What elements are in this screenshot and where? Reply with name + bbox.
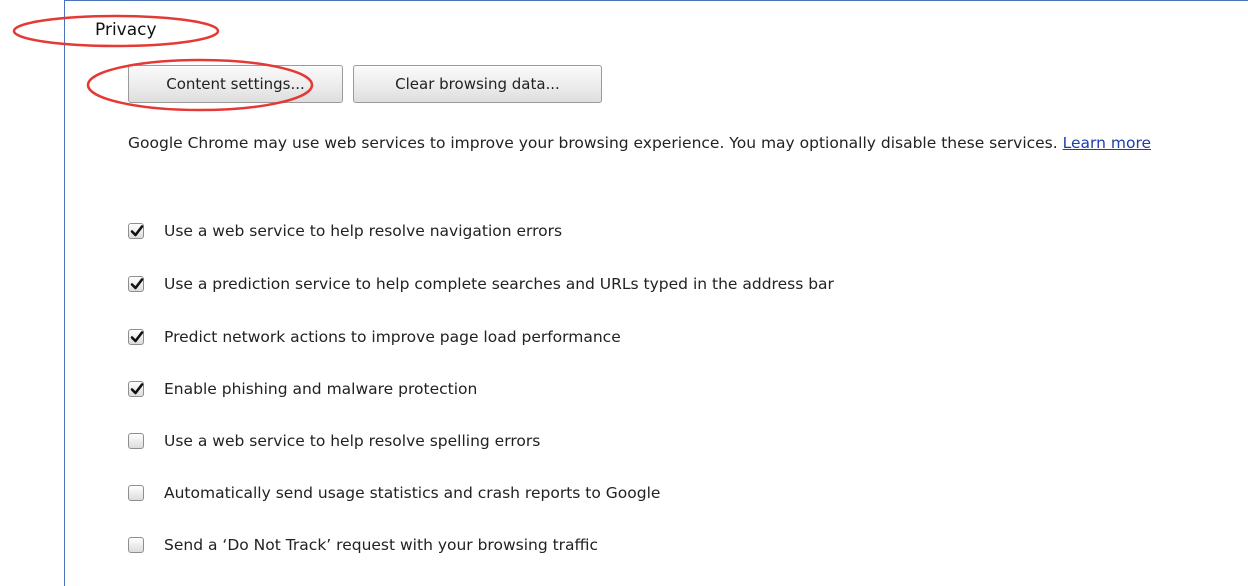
privacy-settings-panel: Privacy Content settings... Clear browsi… (0, 0, 1248, 586)
checkbox-phishing-protection[interactable] (128, 381, 144, 397)
option-predict-network-actions[interactable]: Predict network actions to improve page … (128, 325, 621, 349)
description-text: Google Chrome may use web services to im… (128, 134, 1058, 152)
checkbox-prediction-service[interactable] (128, 276, 144, 292)
option-prediction-service[interactable]: Use a prediction service to help complet… (128, 272, 834, 296)
option-navigation-errors[interactable]: Use a web service to help resolve naviga… (128, 219, 562, 243)
check-mark-icon (130, 278, 144, 290)
option-do-not-track[interactable]: Send a ‘Do Not Track’ request with your … (128, 533, 598, 557)
option-spelling-errors[interactable]: Use a web service to help resolve spelli… (128, 429, 540, 453)
option-usage-statistics[interactable]: Automatically send usage statistics and … (128, 481, 660, 505)
check-mark-icon (130, 331, 144, 343)
option-label: Use a web service to help resolve naviga… (164, 222, 563, 240)
checkbox-usage-statistics[interactable] (128, 485, 144, 501)
section-title-privacy: Privacy (95, 20, 157, 40)
check-mark-icon (130, 383, 144, 395)
clear-browsing-data-button[interactable]: Clear browsing data... (353, 65, 602, 103)
checkbox-do-not-track[interactable] (128, 537, 144, 553)
check-mark-icon (130, 225, 144, 237)
checkbox-spelling-errors[interactable] (128, 433, 144, 449)
checkbox-predict-network-actions[interactable] (128, 329, 144, 345)
checkbox-navigation-errors[interactable] (128, 223, 144, 239)
content-settings-button[interactable]: Content settings... (128, 65, 343, 103)
learn-more-link[interactable]: Learn more (1063, 134, 1151, 152)
option-label: Enable phishing and malware protection (164, 380, 478, 398)
option-label: Automatically send usage statistics and … (164, 484, 661, 502)
privacy-description: Google Chrome may use web services to im… (128, 127, 1208, 159)
option-label: Use a web service to help resolve spelli… (164, 432, 541, 450)
option-label: Predict network actions to improve page … (164, 328, 621, 346)
option-phishing-protection[interactable]: Enable phishing and malware protection (128, 377, 477, 401)
option-label: Send a ‘Do Not Track’ request with your … (164, 536, 599, 554)
option-label: Use a prediction service to help complet… (164, 275, 834, 293)
